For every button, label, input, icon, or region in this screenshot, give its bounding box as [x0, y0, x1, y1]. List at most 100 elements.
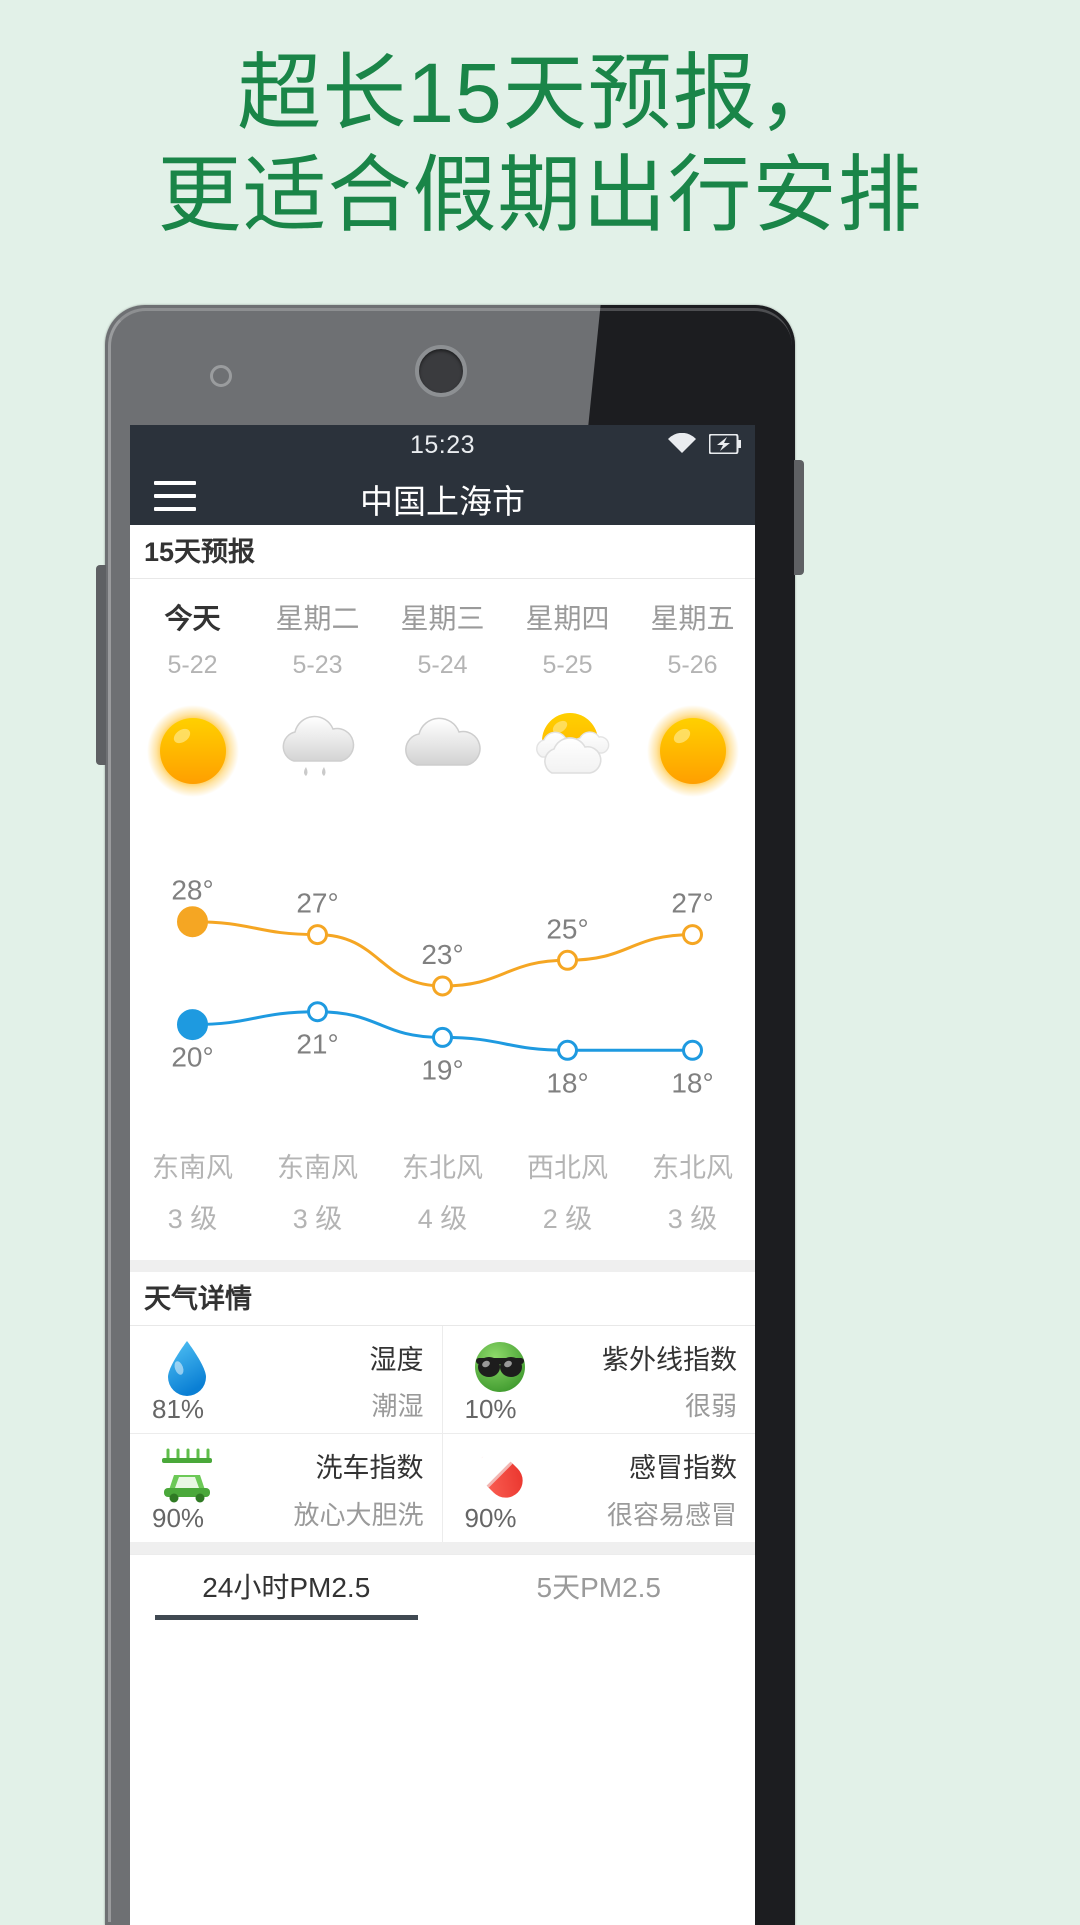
wind-level: 3 级: [292, 1204, 343, 1234]
chart-point[interactable]: [682, 1039, 703, 1061]
forecast-day-column[interactable]: 星期三 5-24: [380, 597, 505, 810]
chart-point-label: 19°: [421, 1054, 463, 1085]
phone-mockup: 15:23 中国上海市 15天预报 今天 5-22 星期二 5-23 星期三 5…: [96, 305, 804, 1925]
day-name: 星期四: [525, 603, 610, 634]
detail-desc: 放心大胆洗: [293, 1500, 424, 1530]
forecast-card: 15天预报 今天 5-22 星期二 5-23 星期三 5-24 星期四 5-25…: [130, 525, 755, 1260]
detail-value: 90%: [152, 1503, 205, 1533]
chart-point[interactable]: [179, 1011, 206, 1038]
chart-point[interactable]: [179, 908, 206, 935]
promo-headline: 超长15天预报， 更适合假期出行安排: [0, 42, 1080, 247]
status-bar: 15:23: [130, 425, 755, 467]
tab-24h-pm25[interactable]: 24小时PM2.5: [130, 1555, 443, 1620]
detail-cell-car-wash[interactable]: 洗车指数 90% 放心大胆洗: [130, 1434, 443, 1542]
wind-level: 4 级: [417, 1204, 468, 1234]
detail-title: 湿度: [369, 1345, 424, 1375]
chart-point[interactable]: [307, 1001, 328, 1023]
section-divider: [130, 1542, 755, 1554]
details-card: 天气详情 湿度 81% 潮湿 紫外线指数 10% 很弱 洗车指数 90% 放心大…: [130, 1272, 755, 1542]
water-drop-icon: [156, 1336, 218, 1398]
volume-button[interactable]: [96, 565, 106, 765]
day-name: 今天: [164, 603, 221, 634]
chart-point-label: 21°: [296, 1029, 338, 1060]
details-card-header: 天气详情: [130, 1272, 755, 1326]
chart-point-label: 27°: [296, 888, 338, 919]
temperature-chart: 28° 27° 23° 25° 27° 20° 21° 19° 18° 18°: [130, 858, 755, 1128]
car-wash-icon: [156, 1444, 218, 1506]
detail-desc: 潮湿: [371, 1391, 424, 1421]
wind-level: 3 级: [167, 1204, 218, 1234]
detail-value: 10%: [464, 1394, 517, 1424]
detail-cell-uv-index[interactable]: 紫外线指数 10% 很弱: [442, 1326, 755, 1434]
day-name: 星期三: [400, 603, 485, 634]
status-bar-clock: 15:23: [409, 431, 476, 459]
section-divider: [130, 1260, 755, 1272]
chart-point-label: 23°: [421, 939, 463, 970]
wind-cell: 东南风 3 级: [255, 1146, 380, 1236]
chart-point[interactable]: [307, 924, 328, 946]
wind-cell: 东北风 4 级: [380, 1146, 505, 1236]
chart-point[interactable]: [432, 1026, 453, 1048]
forecast-card-header: 15天预报: [130, 525, 755, 579]
promo-line-1: 超长15天预报，: [237, 46, 843, 140]
wind-level: 3 级: [667, 1204, 718, 1234]
day-name: 星期五: [650, 603, 735, 634]
detail-cell-humidity[interactable]: 湿度 81% 潮湿: [130, 1326, 443, 1434]
chart-point-label: 18°: [546, 1067, 588, 1098]
pm25-tab-bar: 24小时PM2.5 5天PM2.5: [130, 1554, 755, 1620]
power-button[interactable]: [794, 460, 804, 575]
wind-row: 东南风 3 级 东南风 3 级 东北风 4 级 西北风 2 级 东北风 3 级: [130, 1128, 755, 1260]
chart-point[interactable]: [557, 949, 578, 971]
day-date: 5-23: [292, 651, 343, 679]
proximity-sensor-icon: [210, 365, 232, 387]
app-bar: 中国上海市: [130, 467, 755, 525]
rain-cloud-icon: [255, 692, 380, 810]
forecast-day-column[interactable]: 星期五 5-26: [630, 597, 755, 810]
chart-point[interactable]: [557, 1039, 578, 1061]
sun-icon: [630, 692, 755, 810]
wind-cell: 西北风 2 级: [505, 1146, 630, 1236]
chart-point-label: 28°: [171, 875, 213, 906]
chart-point-label: 18°: [671, 1067, 713, 1098]
detail-title: 洗车指数: [315, 1453, 424, 1483]
wind-direction: 东南风: [152, 1153, 233, 1183]
cloud-icon: [380, 692, 505, 810]
detail-value: 81%: [152, 1394, 205, 1424]
detail-value: 90%: [464, 1503, 517, 1533]
day-date: 5-26: [667, 651, 718, 679]
sun-icon: [130, 692, 255, 810]
wind-direction: 东南风: [277, 1153, 358, 1183]
chart-point-label: 20°: [171, 1042, 213, 1073]
wind-level: 2 级: [542, 1204, 593, 1234]
temperature-chart-svg: 28° 27° 23° 25° 27° 20° 21° 19° 18° 18°: [171, 875, 713, 1099]
chart-point-label: 27°: [671, 888, 713, 919]
wind-cell: 东北风 3 级: [630, 1146, 755, 1236]
tab-5day-pm25[interactable]: 5天PM2.5: [443, 1555, 756, 1620]
chart-point[interactable]: [432, 975, 453, 997]
sun-behind-cloud-icon: [505, 692, 630, 810]
wind-direction: 东北风: [652, 1153, 733, 1183]
details-grid: 湿度 81% 潮湿 紫外线指数 10% 很弱 洗车指数 90% 放心大胆洗 感冒…: [130, 1326, 755, 1542]
day-date: 5-24: [417, 651, 468, 679]
forecast-day-column[interactable]: 星期二 5-23: [255, 597, 380, 810]
pill-icon: [469, 1444, 531, 1506]
detail-desc: 很弱: [684, 1391, 737, 1421]
battery-charging-icon: [709, 434, 741, 454]
front-camera-icon: [415, 345, 467, 397]
phone-screen: 15:23 中国上海市 15天预报 今天 5-22 星期二 5-23 星期三 5…: [130, 425, 755, 1925]
forecast-day-column[interactable]: 星期四 5-25: [505, 597, 630, 810]
forecast-day-column[interactable]: 今天 5-22: [130, 597, 255, 810]
forecast-day-row: 今天 5-22 星期二 5-23 星期三 5-24 星期四 5-25 星期五 5…: [130, 579, 755, 810]
sunglasses-icon: [469, 1336, 531, 1398]
wind-direction: 东北风: [402, 1153, 483, 1183]
chart-point-label: 25°: [546, 913, 588, 944]
chart-point[interactable]: [682, 924, 703, 946]
city-title: 中国上海市: [360, 483, 525, 520]
day-name: 星期二: [275, 603, 360, 634]
detail-desc: 很容易感冒: [606, 1500, 737, 1530]
day-date: 5-22: [167, 651, 218, 679]
day-date: 5-25: [542, 651, 593, 679]
status-bar-icons: [667, 433, 741, 455]
detail-cell-cold-index[interactable]: 感冒指数 90% 很容易感冒: [443, 1434, 756, 1542]
tab-active-indicator: [155, 1615, 418, 1620]
